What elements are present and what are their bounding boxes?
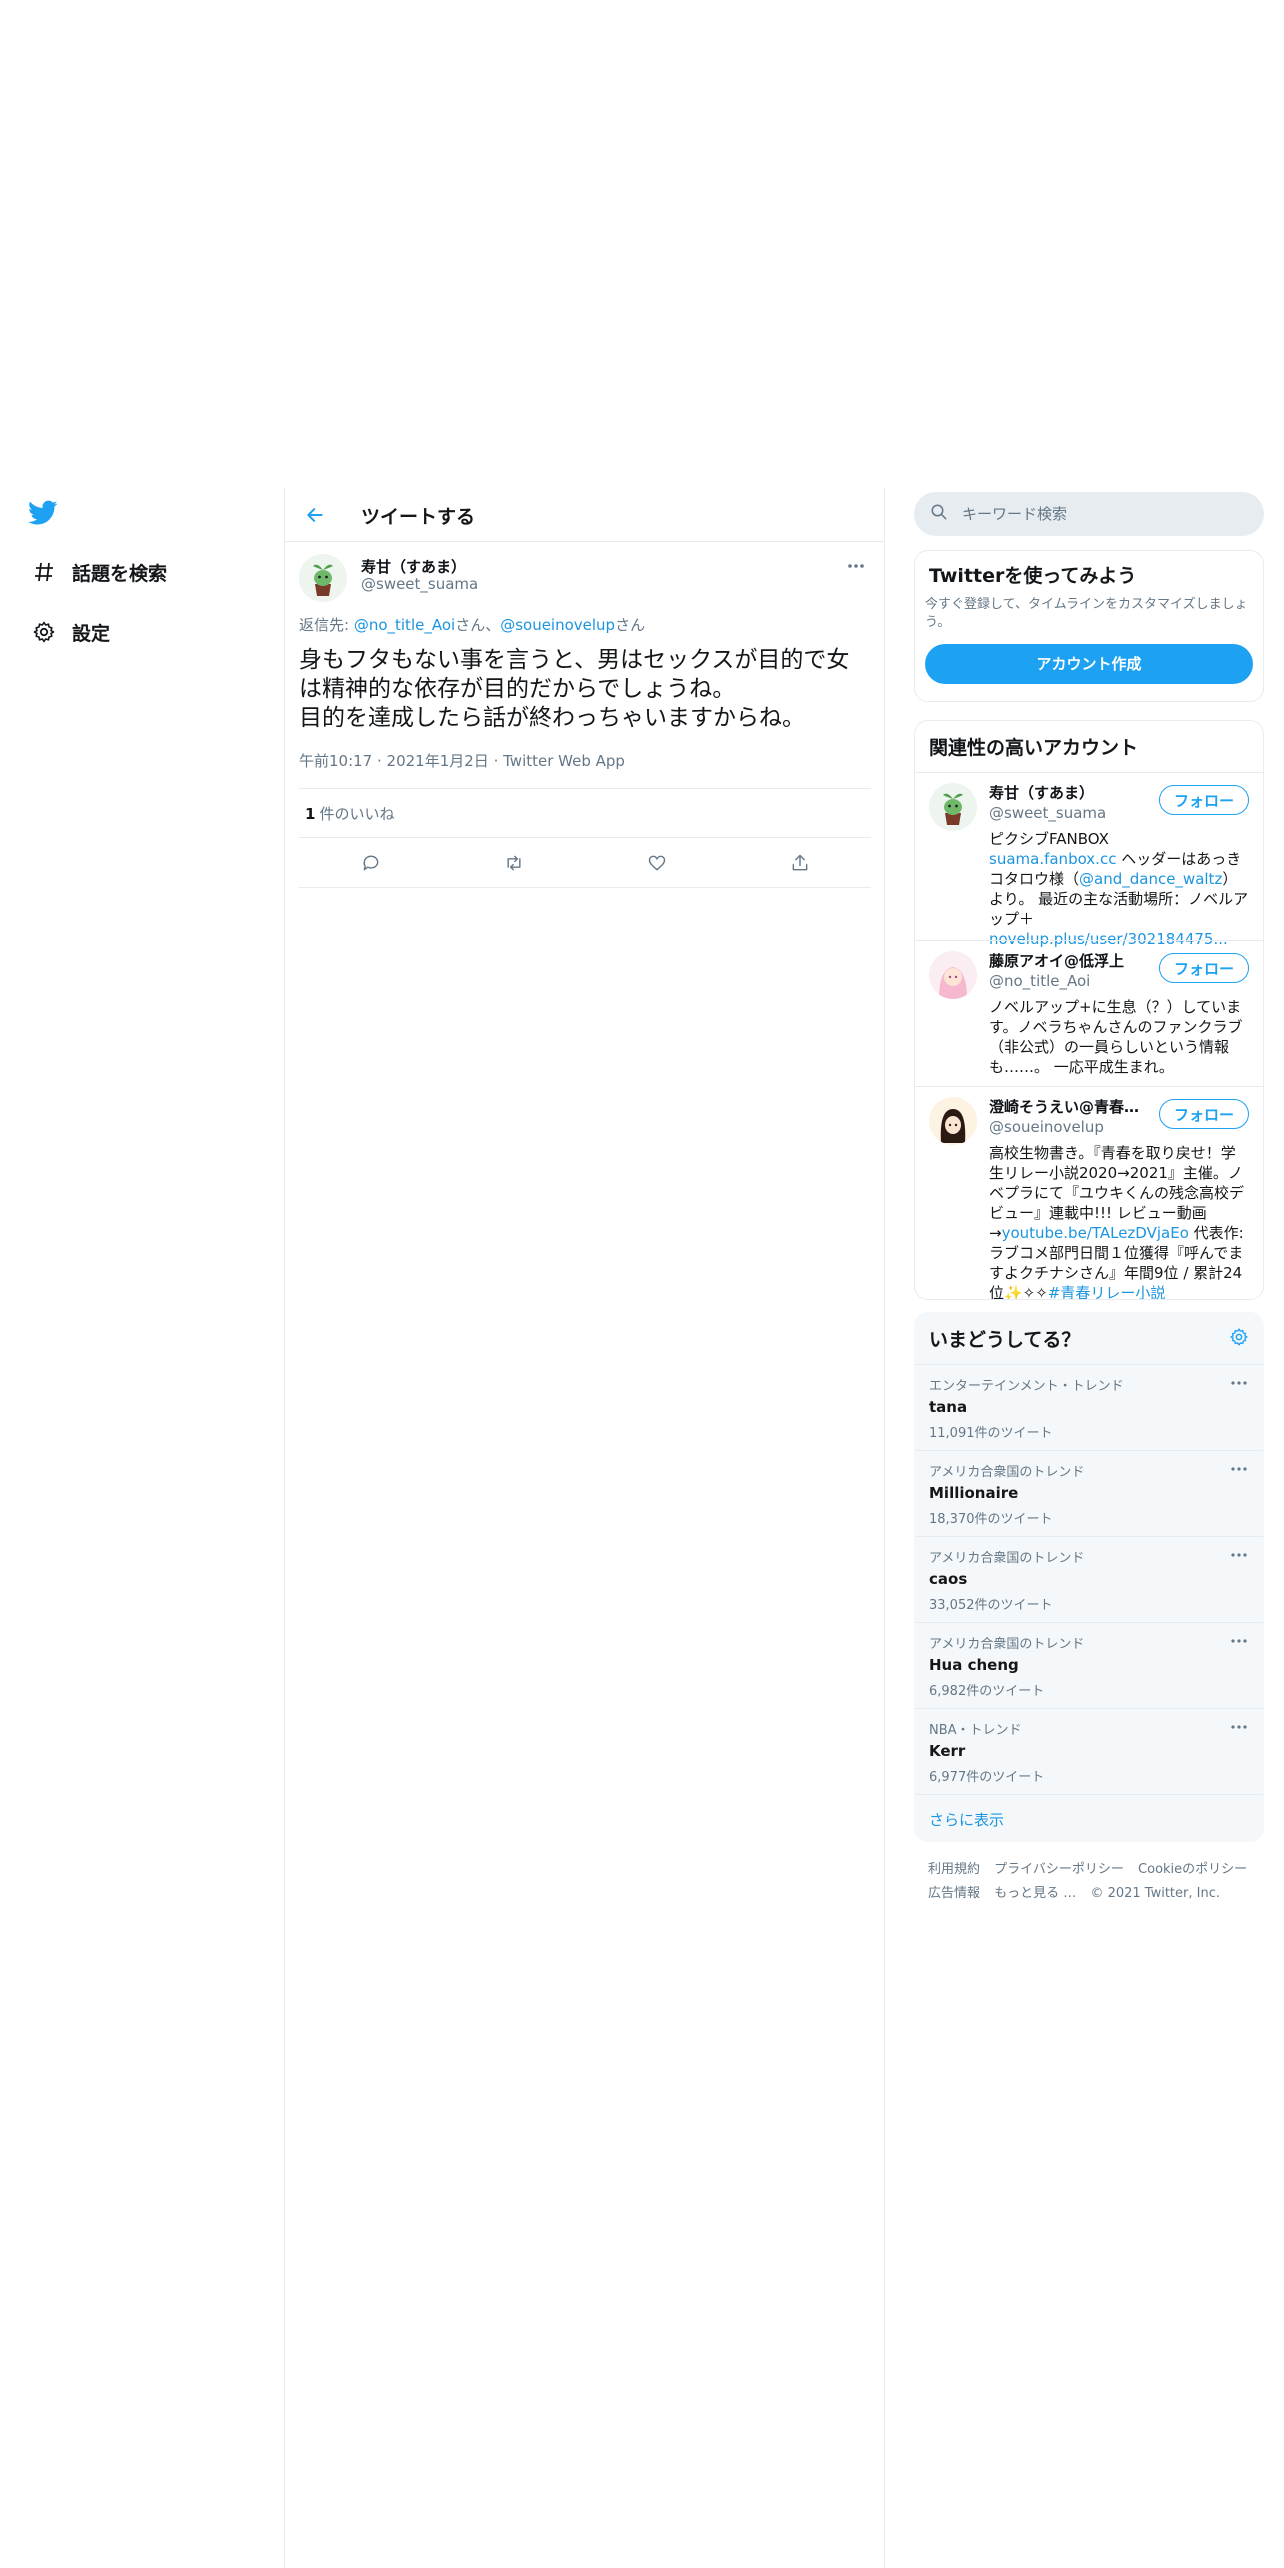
like-heart-icon[interactable]	[641, 847, 673, 879]
footer-link-privacy[interactable]: プライバシーポリシー	[994, 1862, 1124, 1877]
footer-link-terms[interactable]: 利用規約	[928, 1862, 980, 1877]
trend-item[interactable]: アメリカ合衆国のトレンド Hua cheng 6,982件のツイート	[915, 1622, 1263, 1708]
trend-name: Hua cheng	[929, 1656, 1019, 1674]
footer: 利用規約 プライバシーポリシー Cookieのポリシー 広告情報 もっと見る ……	[928, 1858, 1258, 1906]
tweet-date[interactable]: 2021年1月2日	[387, 752, 489, 770]
nav-settings[interactable]: 設定	[28, 616, 110, 648]
follow-button[interactable]: フォロー	[1159, 953, 1249, 983]
signup-panel: Twitterを使ってみよう 今すぐ登録して、タイムラインをカスタマイズしましょ…	[914, 550, 1264, 702]
copyright: © 2021 Twitter, Inc.	[1090, 1886, 1220, 1901]
avatar[interactable]	[929, 783, 977, 831]
page-title: ツイートする	[361, 506, 476, 528]
account-bio: ピクシブFANBOX suama.fanbox.cc ヘッダーはあっきコタロウ様…	[989, 829, 1249, 949]
account-name: 澄崎そうえい@青春…	[989, 1098, 1140, 1116]
hashtag-icon	[28, 556, 60, 588]
tweet-author-name[interactable]: 寿甘（すあま）	[361, 556, 466, 577]
more-options-icon[interactable]	[1227, 1545, 1251, 1565]
account-bio: 高校生物書き。『青春を取り戻せ！学生リレー小説2020→2021』主催。ノベプラ…	[989, 1143, 1249, 1299]
bio-hashtag-link[interactable]: #青春リレー小説	[1048, 1284, 1166, 1299]
trend-context: アメリカ合衆国のトレンド	[929, 1465, 1085, 1480]
signup-title: Twitterを使ってみよう	[929, 565, 1137, 587]
more-options-icon[interactable]	[1227, 1459, 1251, 1479]
twitter-bird-icon[interactable]	[28, 500, 62, 534]
tweet-text: 身もフタもない事を言うと、男はセックスが目的で女は精神的な依存が目的だからでしょ…	[299, 647, 850, 731]
nav-settings-label: 設定	[72, 622, 111, 645]
more-options-icon[interactable]	[842, 552, 870, 580]
search-input[interactable]	[962, 505, 1242, 523]
trends-panel: いまどうしてる？ エンターテインメント・トレンド tana 11,091件のツイ…	[914, 1312, 1264, 1842]
main-column: ツイートする 寿甘（すあま） @sweet_suama 返信先: @no_tit…	[284, 488, 885, 2568]
reply-icon[interactable]	[355, 847, 387, 879]
related-accounts-panel: 関連性の高いアカウント 寿甘（すあま） @sweet_suama フォロー ピク…	[914, 720, 1264, 1300]
likes-count[interactable]: 1 件のいいね	[299, 788, 871, 838]
follow-button[interactable]: フォロー	[1159, 785, 1249, 815]
main-header: ツイートする	[285, 488, 884, 542]
reply-user-link[interactable]: @soueinovelup	[500, 616, 615, 634]
trend-context: NBA・トレンド	[929, 1723, 1022, 1738]
nav-explore-label: 話題を検索	[72, 562, 168, 585]
reply-user-link[interactable]: @no_title_Aoi	[354, 616, 455, 634]
gear-icon[interactable]	[1229, 1327, 1249, 1351]
account-name: 藤原アオイ@低浮上	[989, 952, 1125, 970]
trend-count: 6,977件のツイート	[929, 1770, 1045, 1785]
retweet-icon[interactable]	[498, 847, 530, 879]
trends-title: いまどうしてる？	[929, 1329, 1081, 1351]
bio-link[interactable]: youtube.be/TALezDVjaEo	[1002, 1224, 1189, 1242]
tweet-source[interactable]: Twitter Web App	[503, 752, 625, 770]
trend-context: アメリカ合衆国のトレンド	[929, 1551, 1085, 1566]
more-options-icon[interactable]	[1227, 1631, 1251, 1651]
trend-item[interactable]: NBA・トレンド Kerr 6,977件のツイート	[915, 1708, 1263, 1794]
follow-button[interactable]: フォロー	[1159, 1099, 1249, 1129]
trend-count: 18,370件のツイート	[929, 1512, 1053, 1527]
search-icon	[930, 503, 948, 525]
footer-link-more[interactable]: もっと見る …	[994, 1886, 1076, 1901]
likes-label: 件のいいね	[319, 805, 395, 823]
account-name: 寿甘（すあま）	[989, 784, 1095, 802]
tweet-time[interactable]: 午前10:17	[299, 752, 372, 770]
trend-name: Kerr	[929, 1742, 966, 1760]
account-card[interactable]: 澄崎そうえい@青春… @soueinovelup フォロー 高校生物書き。『青春…	[915, 1086, 1263, 1299]
trend-count: 6,982件のツイート	[929, 1684, 1045, 1699]
signup-description: 今すぐ登録して、タイムラインをカスタマイズしましょう。	[925, 597, 1248, 630]
trend-context: エンターテインメント・トレンド	[929, 1379, 1124, 1394]
footer-link-ads[interactable]: 広告情報	[928, 1886, 980, 1901]
account-card[interactable]: 藤原アオイ@低浮上 @no_title_Aoi フォロー ノベルアップ+に生息（…	[915, 940, 1263, 1086]
likes-number: 1	[305, 805, 316, 823]
bio-link[interactable]: suama.fanbox.cc	[989, 850, 1116, 868]
share-icon[interactable]	[784, 847, 816, 879]
related-accounts-title: 関連性の高いアカウント	[929, 737, 1139, 759]
nav-explore[interactable]: 話題を検索	[28, 556, 167, 588]
bio-link[interactable]: @and_dance_waltz	[1079, 870, 1222, 888]
account-card[interactable]: 寿甘（すあま） @sweet_suama フォロー ピクシブFANBOX sua…	[915, 772, 1263, 948]
tweet-meta: 午前10:17 · 2021年1月2日 · Twitter Web App	[299, 752, 625, 770]
trend-name: caos	[929, 1570, 968, 1588]
bio-text: ピクシブFANBOX	[989, 830, 1124, 848]
trend-name: tana	[929, 1398, 968, 1416]
trend-context: アメリカ合衆国のトレンド	[929, 1637, 1085, 1652]
trend-name: Millionaire	[929, 1484, 1019, 1502]
gear-icon	[28, 616, 60, 648]
signup-button[interactable]: アカウント作成	[925, 644, 1253, 684]
footer-link-cookies[interactable]: Cookieのポリシー	[1138, 1862, 1247, 1877]
more-options-icon[interactable]	[1227, 1717, 1251, 1737]
search-bar[interactable]	[914, 492, 1264, 536]
trend-count: 11,091件のツイート	[929, 1426, 1053, 1441]
avatar[interactable]	[929, 951, 977, 999]
reply-to: 返信先: @no_title_Aoiさん、@soueinovelupさん	[299, 614, 645, 635]
trend-count: 33,052件のツイート	[929, 1598, 1053, 1613]
show-more-link[interactable]: さらに表示	[915, 1794, 1263, 1841]
back-arrow-icon[interactable]	[299, 499, 331, 531]
avatar[interactable]	[299, 554, 347, 602]
reply-suffix: さん	[615, 616, 646, 634]
trend-item[interactable]: アメリカ合衆国のトレンド Millionaire 18,370件のツイート	[915, 1450, 1263, 1536]
more-options-icon[interactable]	[1227, 1373, 1251, 1393]
tweet-actions	[299, 838, 871, 888]
reply-prefix: 返信先:	[299, 616, 354, 634]
trend-item[interactable]: エンターテインメント・トレンド tana 11,091件のツイート	[915, 1364, 1263, 1450]
reply-separator: さん、	[455, 616, 501, 634]
avatar[interactable]	[929, 1097, 977, 1145]
trend-item[interactable]: アメリカ合衆国のトレンド caos 33,052件のツイート	[915, 1536, 1263, 1622]
account-bio: ノベルアップ+に生息（？）しています。ノベラちゃんさんのファンクラブ（非公式）の…	[989, 998, 1243, 1076]
tweet-author-handle[interactable]: @sweet_suama	[361, 575, 478, 593]
